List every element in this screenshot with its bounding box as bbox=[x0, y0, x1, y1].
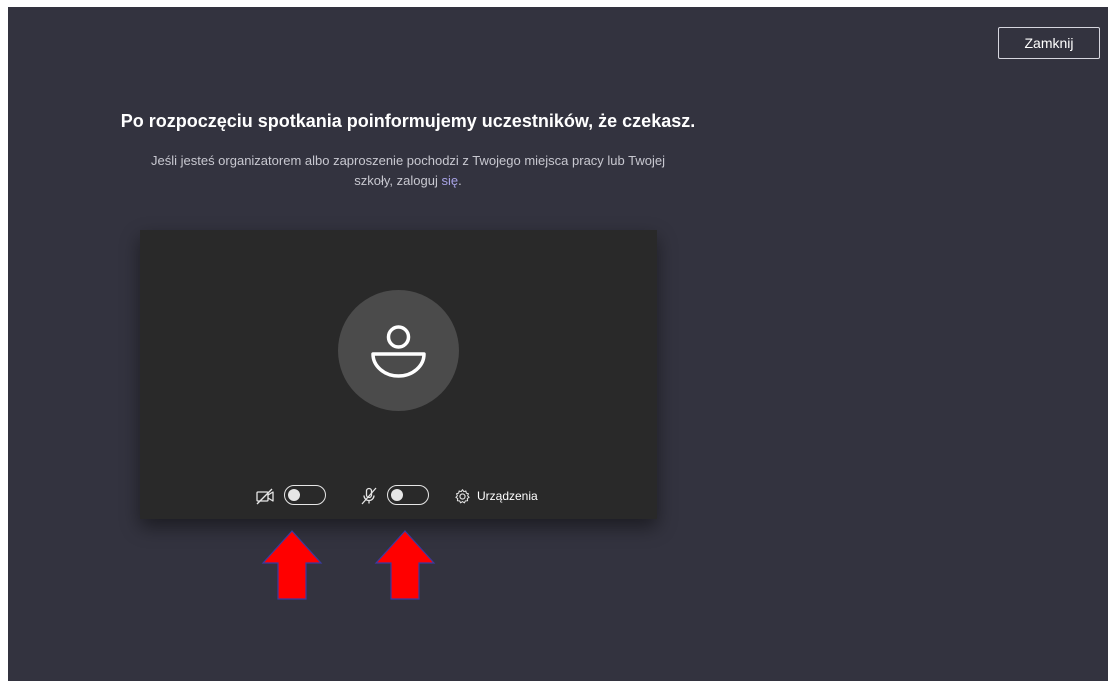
sign-in-hint-line1: Jeśli jesteś organizatorem albo zaprosze… bbox=[150, 153, 665, 168]
person-icon bbox=[371, 325, 426, 378]
sign-in-hint-line2: szkoły, zaloguj bbox=[354, 173, 442, 188]
camera-toggle-knob bbox=[288, 488, 300, 501]
sign-in-hint: Jeśli jesteś organizatorem albo zaprosze… bbox=[98, 151, 718, 191]
top-cropped-strip bbox=[0, 0, 1108, 7]
meeting-prejoin-screen: Zamknij Po rozpoczęciu spotkania poinfor… bbox=[8, 7, 1108, 681]
sign-in-link[interactable]: się bbox=[441, 173, 458, 188]
close-button[interactable]: Zamknij bbox=[998, 27, 1100, 59]
mic-toggle[interactable] bbox=[387, 485, 429, 505]
preview-controls: Urządzenia bbox=[140, 484, 657, 508]
mic-toggle-knob bbox=[391, 488, 403, 501]
up-arrow-icon bbox=[261, 530, 323, 600]
avatar bbox=[338, 290, 459, 411]
devices-button[interactable]: Urządzenia bbox=[454, 484, 538, 508]
sign-in-hint-end: . bbox=[458, 173, 462, 188]
mic-off-icon bbox=[361, 487, 377, 505]
devices-label: Urządzenia bbox=[477, 489, 538, 503]
page-title: Po rozpoczęciu spotkania poinformujemy u… bbox=[120, 111, 696, 131]
camera-off-icon bbox=[256, 488, 274, 505]
up-arrow-icon bbox=[374, 530, 436, 600]
gear-icon bbox=[455, 488, 470, 503]
video-preview: Urządzenia bbox=[140, 230, 657, 519]
camera-toggle[interactable] bbox=[284, 485, 326, 505]
